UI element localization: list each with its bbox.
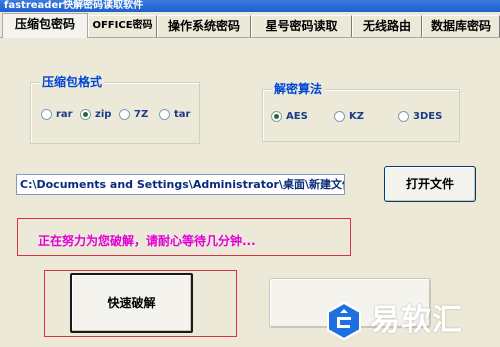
- watermark: 易软汇: [324, 299, 496, 343]
- radio-aes[interactable]: AES: [271, 110, 315, 124]
- tab-archive-password[interactable]: 压缩包密码: [2, 13, 88, 38]
- tab-os-password[interactable]: 操作系统密码: [157, 15, 251, 37]
- radio-3des[interactable]: 3DES: [398, 110, 450, 124]
- archive-format-group: 压缩包格式 rar zip 7Z tar: [30, 75, 200, 144]
- title-bar[interactable]: fastreader快解密码读取软件: [0, 0, 500, 12]
- algorithm-group: 解密算法 AES KZ 3DES: [262, 82, 460, 142]
- app-window: fastreader快解密码读取软件 压缩包密码 OFFICE密码 操作系统密码…: [0, 0, 500, 347]
- radio-zip[interactable]: zip: [80, 108, 120, 122]
- tab-office-password[interactable]: OFFICE密码: [88, 15, 157, 37]
- radio-aes-label: AES: [286, 111, 308, 122]
- radio-aes-indicator: [271, 111, 282, 122]
- radio-3des-label: 3DES: [413, 111, 443, 122]
- radio-zip-indicator: [80, 109, 91, 120]
- tab-asterisk-password[interactable]: 星号密码读取: [251, 15, 352, 37]
- tab-strip: 压缩包密码 OFFICE密码 操作系统密码 星号密码读取 无线路由 数据库密码: [0, 12, 500, 38]
- quick-crack-button[interactable]: 快速破解: [70, 273, 193, 333]
- tab-wireless-router[interactable]: 无线路由: [352, 15, 422, 37]
- radio-kz[interactable]: KZ: [334, 110, 374, 124]
- radio-3des-indicator: [398, 111, 409, 122]
- radio-rar[interactable]: rar: [41, 108, 81, 122]
- tab-database-password[interactable]: 数据库密码: [422, 15, 500, 37]
- radio-kz-indicator: [334, 111, 345, 122]
- radio-kz-label: KZ: [349, 111, 364, 122]
- watermark-text: 易软汇: [370, 303, 463, 338]
- file-path-input[interactable]: C:\Documents and Settings\Administrator\…: [16, 174, 345, 195]
- open-file-button[interactable]: 打开文件: [384, 166, 476, 202]
- radio-rar-indicator: [41, 109, 52, 120]
- window-title: fastreader快解密码读取软件: [4, 0, 144, 11]
- archive-format-title: 压缩包格式: [39, 75, 106, 89]
- radio-tar-label: tar: [174, 109, 191, 120]
- radio-tar[interactable]: tar: [159, 108, 199, 122]
- radio-rar-label: rar: [56, 109, 73, 120]
- radio-7z[interactable]: 7Z: [119, 108, 155, 122]
- status-message: 正在努力为您破解，请耐心等待几分钟...: [38, 234, 256, 248]
- radio-7z-indicator: [119, 109, 130, 120]
- radio-7z-label: 7Z: [134, 109, 149, 120]
- watermark-logo-icon: [327, 301, 361, 341]
- radio-zip-label: zip: [95, 109, 112, 120]
- radio-tar-indicator: [159, 109, 170, 120]
- algorithm-title: 解密算法: [271, 82, 326, 96]
